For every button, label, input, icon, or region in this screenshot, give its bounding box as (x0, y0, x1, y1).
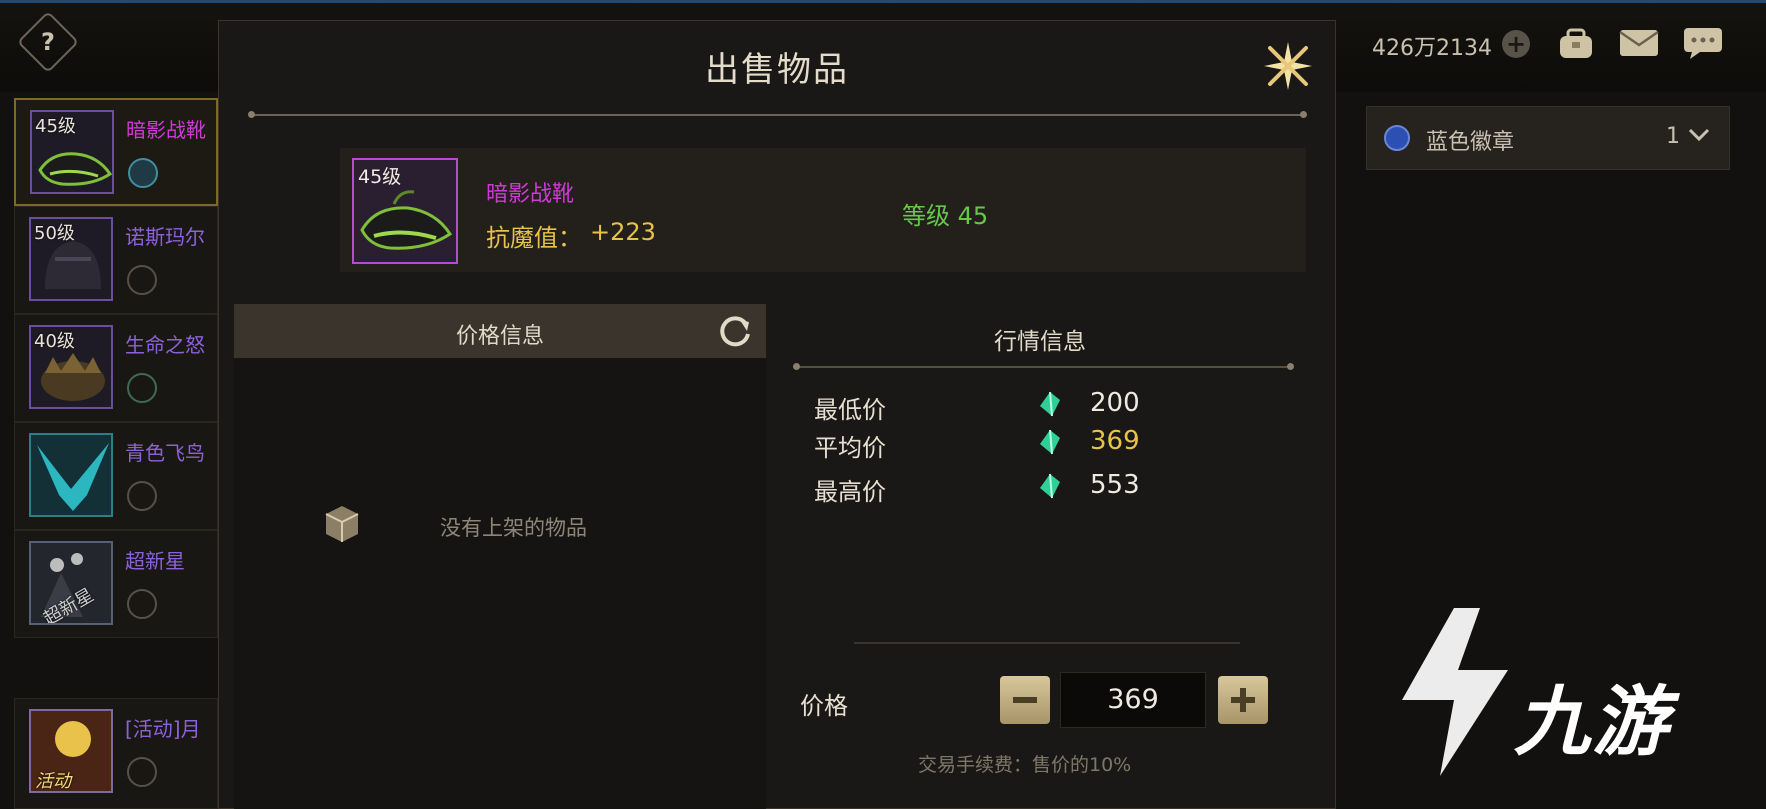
trade-fee-text: 交易手续费：售价的10% (918, 754, 1132, 776)
item-thumbnail: 40级 (29, 325, 113, 409)
price-info-title: 价格信息 (455, 324, 544, 349)
market-divider (796, 366, 1290, 368)
bag-icon[interactable] (1556, 26, 1596, 60)
item-level: 45级 (35, 116, 76, 137)
average-price-label: 平均价 (814, 434, 886, 462)
divider-dot (1300, 111, 1307, 118)
title-divider (250, 114, 1306, 116)
item-thumbnail (29, 433, 113, 517)
price-label: 价格 (800, 692, 848, 720)
selected-item-name: 暗影战靴 (486, 182, 575, 207)
top-accent-line (0, 0, 1766, 3)
item-thumbnail: 超新星 (29, 541, 113, 625)
inventory-item[interactable]: 50级 诺斯玛尔 (14, 206, 218, 314)
lowest-price-value: 200 (1090, 388, 1140, 418)
badge-filter-label: 蓝色徽章 (1426, 130, 1515, 155)
divider-dot (793, 363, 800, 370)
inventory-item[interactable]: 40级 生命之怒 (14, 314, 218, 422)
stat-value: +223 (590, 218, 656, 246)
blue-badge-icon (1384, 125, 1410, 151)
inventory-item[interactable]: 青色飞鸟 (14, 422, 218, 530)
help-icon-glyph[interactable]: ? (26, 20, 70, 64)
close-icon[interactable] (1258, 36, 1318, 96)
item-thumbnail: 活动 (29, 709, 113, 793)
divider-dot (248, 111, 255, 118)
price-divider (854, 642, 1240, 644)
equipped-icon (128, 158, 158, 188)
selected-item-level: 45级 (358, 166, 402, 188)
market-info-title: 行情信息 (994, 329, 1086, 355)
item-name: 诺斯玛尔 (125, 225, 205, 249)
highest-price-label: 最高价 (814, 478, 886, 506)
stat-label: 抗魔值： (486, 224, 582, 252)
badge-filter-count: 1 (1666, 124, 1680, 149)
item-thumbnail: 50级 (29, 217, 113, 301)
bird-icon (37, 443, 109, 511)
price-info-body (234, 358, 766, 809)
empty-box-icon (325, 506, 359, 542)
diamond-icon (1040, 429, 1060, 455)
decrease-price-button[interactable] (1000, 676, 1050, 724)
divider-dot (1287, 363, 1294, 370)
item-level: 40级 (34, 331, 75, 352)
watermark-logo-icon (1402, 608, 1508, 776)
item-name: 生命之怒 (125, 333, 205, 357)
inventory-item[interactable]: 活动 [活动]月 (14, 698, 218, 809)
item-name: 暗影战靴 (126, 118, 206, 142)
item-name: [活动]月 (125, 717, 201, 741)
dialog-title: 出售物品 (705, 50, 849, 90)
select-circle[interactable] (127, 757, 157, 787)
select-circle[interactable] (127, 265, 157, 295)
item-thumbnail: 45级 (30, 110, 114, 194)
average-price-value: 369 (1090, 426, 1140, 456)
watermark-text: 九游 (1514, 677, 1670, 766)
item-name: 青色飞鸟 (125, 441, 205, 465)
item-level-requirement: 等级 45 (902, 202, 989, 230)
chat-icon[interactable] (1682, 26, 1724, 60)
chevron-down-icon[interactable] (1688, 128, 1710, 142)
lowest-price-label: 最低价 (814, 396, 886, 424)
inventory-item[interactable]: 超新星 超新星 (14, 530, 218, 638)
select-circle[interactable] (127, 589, 157, 619)
selected-item-panel (340, 148, 1306, 272)
item-name: 超新星 (125, 549, 185, 573)
price-input[interactable]: 369 (1060, 672, 1206, 728)
select-circle[interactable] (127, 481, 157, 511)
select-circle[interactable] (127, 373, 157, 403)
currency-amount: 426万2134 (1372, 36, 1492, 61)
inventory-item[interactable]: 45级 暗影战靴 (14, 98, 218, 206)
mail-icon[interactable] (1618, 28, 1660, 58)
empty-listing-text: 没有上架的物品 (440, 516, 587, 540)
item-level: 50级 (34, 223, 75, 244)
diamond-icon (1040, 391, 1060, 417)
refresh-icon[interactable] (716, 312, 754, 350)
thumb-label: 活动 (35, 771, 71, 792)
highest-price-value: 553 (1090, 470, 1140, 500)
increase-price-button[interactable] (1218, 676, 1268, 724)
selected-item-thumbnail: 45级 (352, 158, 458, 264)
add-currency-icon[interactable]: + (1502, 30, 1530, 58)
diamond-icon (1040, 473, 1060, 499)
